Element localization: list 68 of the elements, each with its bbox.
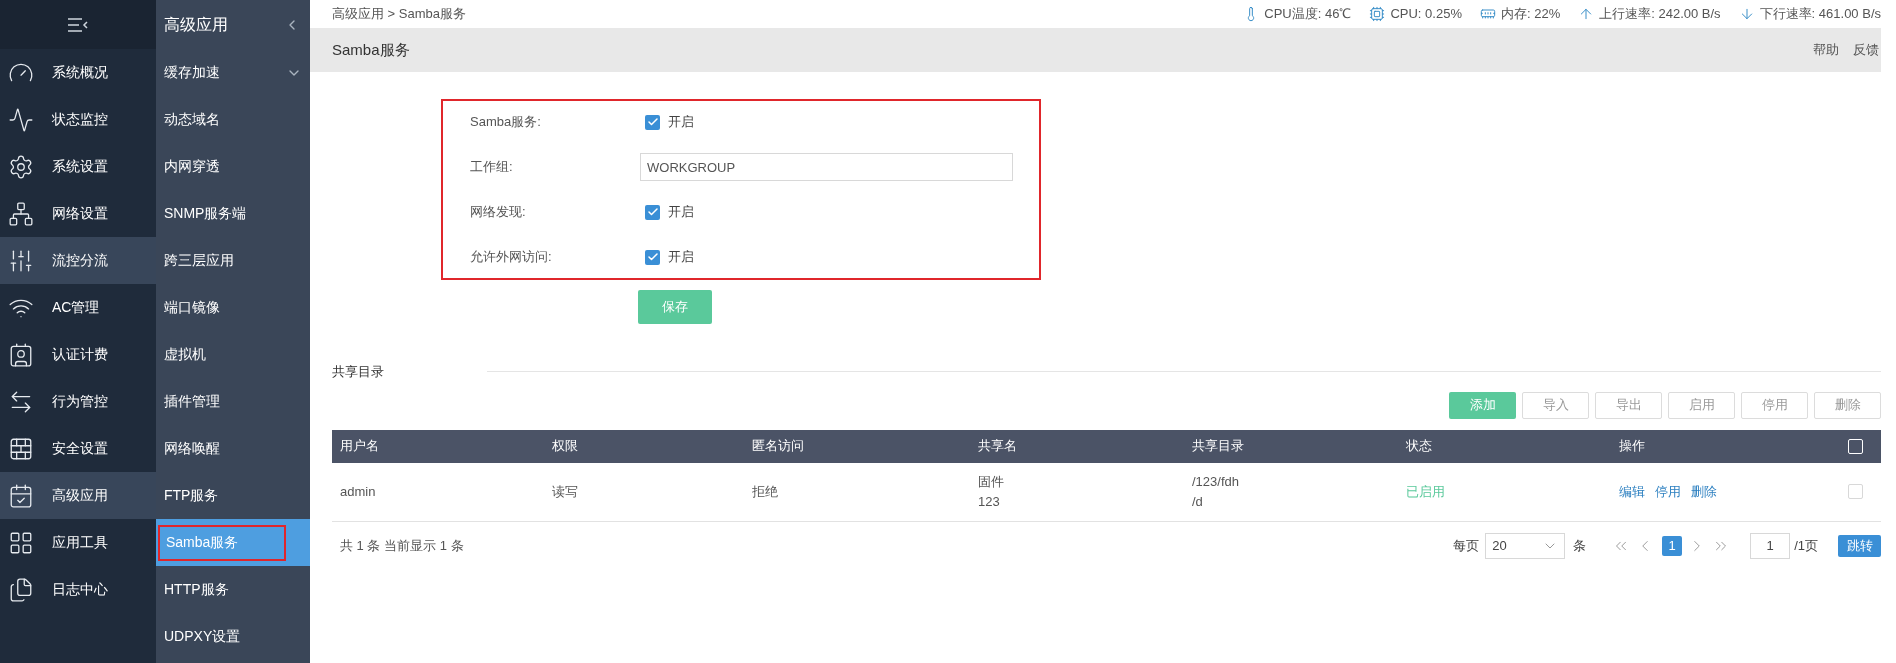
- column-header: 共享目录: [1192, 438, 1244, 454]
- submenu-item[interactable]: 内网穿透: [158, 148, 310, 185]
- section-title: 共享目录: [332, 363, 385, 381]
- submenu-item[interactable]: 动态域名: [158, 101, 310, 138]
- per-page-unit: 条: [1573, 536, 1587, 555]
- checkbox-label: 开启: [668, 203, 694, 222]
- status-reading: CPU温度: 46℃: [1264, 5, 1352, 24]
- table-cell: 读写: [552, 483, 578, 499]
- submenu-item[interactable]: 端口镜像: [158, 289, 310, 326]
- checkbox-label: 开启: [668, 113, 694, 132]
- header-link[interactable]: 反馈: [1853, 40, 1879, 60]
- menu-icon: [8, 576, 34, 603]
- field-label: 工作组:: [470, 158, 514, 177]
- status-reading: 上行速率: 242.00 B/s: [1599, 5, 1721, 24]
- action-link[interactable]: 编辑: [1619, 481, 1645, 502]
- sidebar-item[interactable]: 高级应用: [0, 472, 156, 519]
- submenu-item[interactable]: HTTP服务: [158, 571, 310, 608]
- action-link[interactable]: 删除: [1691, 481, 1717, 502]
- memory-icon: [1479, 6, 1496, 22]
- table-cell: /123/fdh /d: [1192, 474, 1239, 509]
- page-total: /1页: [1794, 536, 1818, 555]
- table-cell: 固件 123: [978, 474, 1004, 509]
- status-reading: CPU: 0.25%: [1390, 5, 1462, 24]
- menu-icon: [8, 482, 34, 509]
- workgroup-field[interactable]: WORKGROUP: [640, 153, 1013, 181]
- column-header: 状态: [1406, 438, 1432, 454]
- menu-icon: [8, 106, 34, 133]
- submenu-item[interactable]: UDPXY设置: [158, 618, 310, 655]
- per-page-select[interactable]: 20: [1485, 532, 1566, 559]
- status-reading: 内存: 22%: [1500, 5, 1561, 24]
- menu-icon: [8, 341, 34, 368]
- checkbox[interactable]: [645, 249, 660, 265]
- table-cell: 拒绝: [752, 483, 778, 499]
- field-label: 允许外网访问:: [470, 248, 553, 267]
- menu-icon: [8, 153, 34, 180]
- status-text: 已启用: [1406, 483, 1445, 499]
- sidebar-item[interactable]: 流控分流: [0, 237, 156, 284]
- column-header: 匿名访问: [752, 438, 804, 454]
- submenu-item[interactable]: FTP服务: [158, 477, 310, 514]
- checkbox[interactable]: [645, 204, 660, 220]
- column-header: 用户名: [340, 438, 379, 454]
- menu-collapse-icon[interactable]: [67, 16, 89, 33]
- header-link[interactable]: 帮助: [1813, 40, 1839, 60]
- per-page-label: 每页: [1453, 536, 1480, 555]
- submenu-item[interactable]: SNMP服务端: [158, 195, 310, 232]
- page-input[interactable]: 1: [1750, 532, 1791, 559]
- checkbox[interactable]: [1848, 484, 1863, 499]
- field-label: Samba服务:: [470, 113, 542, 132]
- submenu-item[interactable]: 跨三层应用: [158, 242, 310, 279]
- checkbox-label: 开启: [668, 248, 694, 267]
- column-header: 权限: [552, 438, 578, 454]
- checkbox[interactable]: [645, 114, 660, 130]
- status-reading: 下行速率: 461.00 B/s: [1759, 5, 1881, 24]
- cpu-icon: [1369, 6, 1386, 22]
- submenu-item[interactable]: 缓存加速: [158, 54, 310, 91]
- submenu-item[interactable]: 网络唤醒: [158, 430, 310, 467]
- action-link[interactable]: 停用: [1655, 481, 1681, 502]
- record-summary: 共 1 条 当前显示 1 条: [340, 536, 464, 555]
- field-label: 网络发现:: [470, 203, 527, 222]
- submenu-item[interactable]: 插件管理: [158, 383, 310, 420]
- submenu-item[interactable]: 虚拟机: [158, 336, 310, 373]
- column-header: 操作: [1619, 438, 1645, 454]
- submenu-title: 高级应用: [164, 14, 228, 35]
- column-header: 共享名: [978, 438, 1017, 454]
- breadcrumb: 高级应用 > Samba服务: [332, 5, 466, 24]
- page-title: Samba服务: [332, 39, 410, 60]
- table-cell: admin: [340, 483, 376, 499]
- menu-icon: [8, 200, 34, 227]
